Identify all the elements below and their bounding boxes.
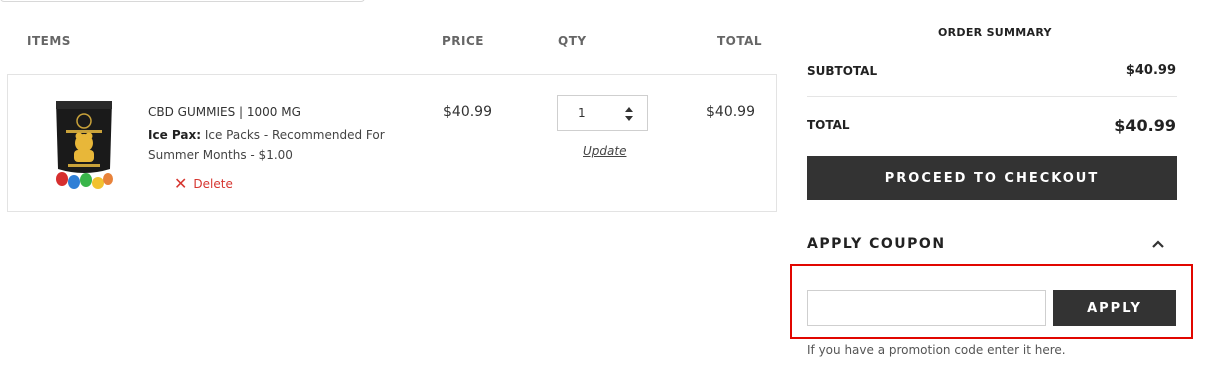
product-image[interactable] [48,99,120,191]
column-header-items: ITEMS [27,34,71,48]
top-tab-bar [0,0,365,2]
apply-coupon-title[interactable]: APPLY COUPON [807,236,946,252]
quantity-stepper[interactable]: 1 [557,95,648,131]
total-value: $40.99 [1114,116,1176,135]
subtotal-value: $40.99 [1125,63,1176,78]
quantity-value[interactable]: 1 [578,106,586,120]
column-header-price: PRICE [442,34,485,48]
close-icon: ✕ [174,174,188,193]
spinner-arrows-icon[interactable] [625,106,633,122]
product-option-label: Ice Pax: [148,128,202,142]
product-name[interactable]: CBD GUMMIES | 1000 MG [148,105,301,119]
apply-coupon-button[interactable]: APPLY [1053,290,1176,326]
order-summary-title: ORDER SUMMARY [938,26,1052,39]
column-header-qty: QTY [558,34,587,48]
proceed-to-checkout-button[interactable]: PROCEED TO CHECKOUT [807,156,1177,200]
delete-label: Delete [193,177,233,191]
delete-item-button[interactable]: ✕ Delete [174,174,233,193]
chevron-up-icon[interactable] [1151,239,1165,249]
item-total: $40.99 [706,104,755,120]
coupon-code-input[interactable] [807,290,1046,326]
update-link[interactable]: Update [583,144,626,158]
item-price: $40.99 [443,104,492,120]
promo-hint-text: If you have a promotion code enter it he… [807,343,1066,357]
total-label: TOTAL [807,118,850,132]
cart-item-row: CBD GUMMIES | 1000 MG Ice Pax: Ice Packs… [7,74,777,212]
product-option: Ice Pax: Ice Packs - Recommended For Sum… [148,125,408,165]
summary-divider [807,96,1177,97]
subtotal-label: SUBTOTAL [807,64,878,78]
column-header-total: TOTAL [717,34,763,48]
